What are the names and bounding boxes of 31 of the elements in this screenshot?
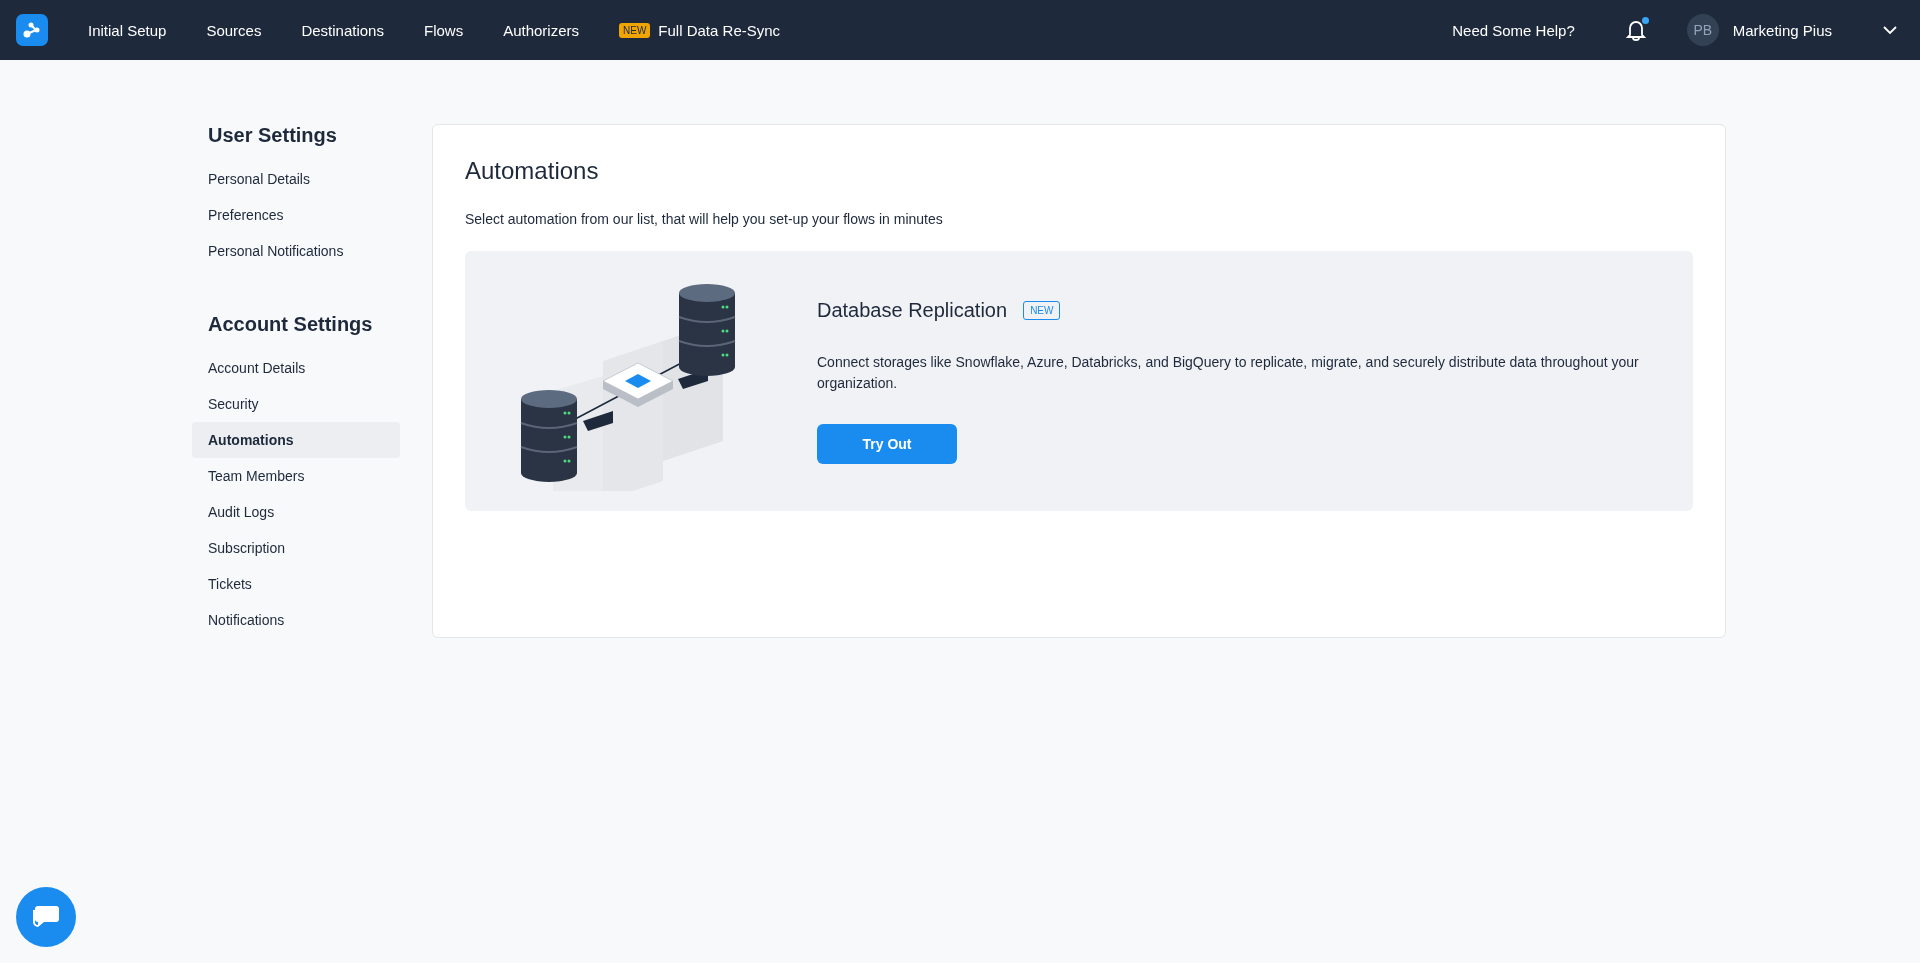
automation-description: Connect storages like Snowflake, Azure, Databricks, and BigQuery to replicate, migrate, and securely distribute data throughout your organization.	[817, 352, 1640, 393]
user-avatar[interactable]: PB	[1686, 14, 1719, 46]
nav-link[interactable]: Authorizers	[483, 21, 599, 39]
sidebar-item[interactable]: Tickets	[192, 566, 400, 602]
sidebar-item[interactable]: Personal Notifications	[192, 233, 400, 269]
sidebar-item[interactable]: Account Details	[192, 350, 400, 386]
sidebar-item[interactable]: Audit Logs	[192, 494, 400, 530]
user-name[interactable]: Marketing Pius	[1732, 21, 1832, 39]
chevron-down-icon[interactable]	[1882, 25, 1898, 35]
sidebar-item[interactable]: Automations	[192, 422, 400, 458]
new-badge: NEW	[1023, 300, 1061, 320]
page-title: Automations	[465, 157, 600, 185]
nav-link[interactable]: Initial Setup	[68, 21, 187, 39]
sidebar-item[interactable]: Team Members	[192, 458, 400, 494]
automation-title: Database Replication	[817, 298, 1008, 322]
page-subtitle: Select automation from our list, that will help you set-up your flows in minutes	[465, 211, 944, 227]
section-title: Account Settings	[207, 313, 374, 336]
sidebar-item[interactable]: Notifications	[192, 602, 400, 638]
nav-link[interactable]: Flows	[403, 21, 484, 39]
chat-icon[interactable]	[16, 887, 76, 947]
new-badge: NEW	[619, 22, 651, 38]
sidebar-item[interactable]: Security	[192, 386, 400, 422]
section-title: User Settings	[207, 124, 338, 147]
help-link[interactable]: Need Some Help?	[1452, 21, 1575, 39]
sidebar-item[interactable]: Subscription	[192, 530, 400, 566]
app-logo-icon[interactable]	[16, 14, 48, 46]
nav-link[interactable]: NEW Full Data Re-Sync	[599, 21, 801, 39]
nav-link[interactable]: Sources	[186, 21, 282, 39]
sidebar-item[interactable]: Personal Details	[192, 161, 400, 197]
nav-link[interactable]: Destinations	[281, 21, 404, 39]
sidebar-item[interactable]: Preferences	[192, 197, 400, 233]
